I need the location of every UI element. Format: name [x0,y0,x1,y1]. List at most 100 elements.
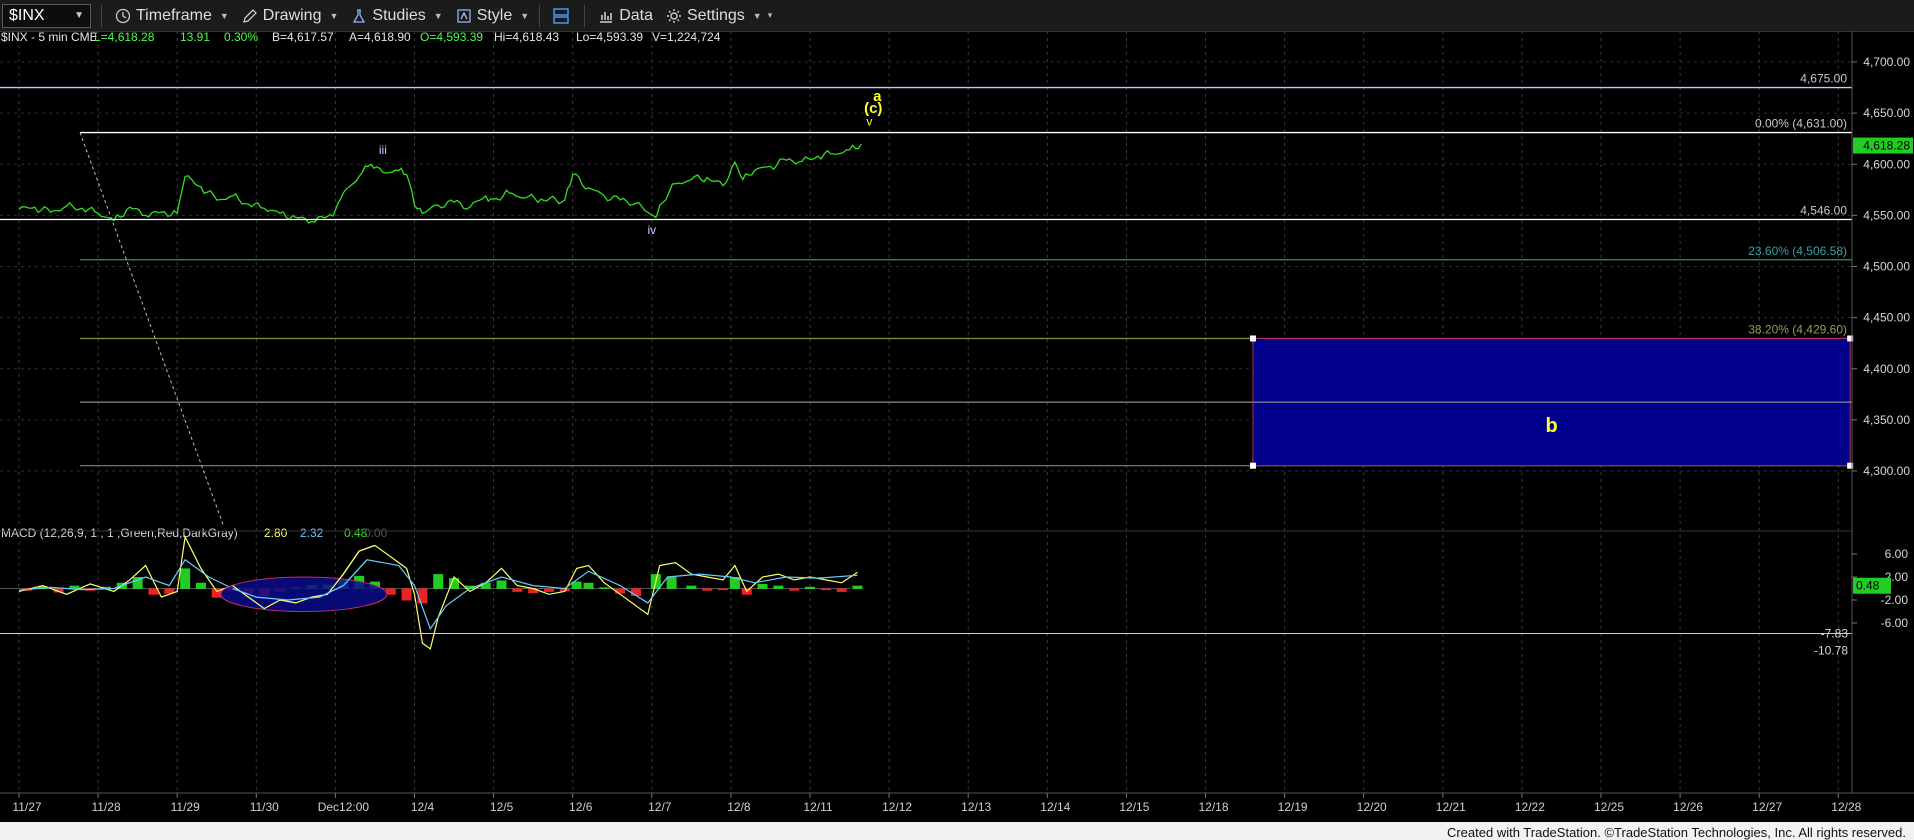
drawing-label: Drawing [262,6,322,24]
macd-current-label: 0.48 [1856,579,1880,593]
last-price-tag-label: 4,618.28 [1863,139,1910,153]
studies-label: Studies [372,6,426,24]
y-tick-label: 4,300.00 [1863,464,1910,478]
macd-histogram-bar [717,588,728,591]
copyright-footer: Created with TradeStation. ©TradeStation… [1446,825,1906,840]
x-tick-label: Dec12:00 [318,800,370,814]
x-tick-label: 12/22 [1515,800,1545,814]
x-tick-label: 12/13 [961,800,991,814]
symbol-label: $INX - 5 min CME [1,31,98,44]
timeframe-menu[interactable]: Timeframe ▼ [114,0,229,31]
macd-extra-label: -7.83 [1821,627,1849,641]
macd-histogram-bar [433,574,444,589]
open-price: O=4,593.39 [420,31,483,44]
wave-label: iv [647,223,656,237]
chevron-down-icon: ▼ [219,10,229,21]
toolbar-separator [539,4,541,27]
macd-tick-label: -2.00 [1881,593,1909,607]
drawing-menu[interactable]: Drawing ▼ [241,0,339,31]
style-icon [455,7,473,25]
macd-histogram-bar [686,585,697,589]
symbol-input[interactable]: $INX ▼ [2,3,91,28]
macd-histogram-bar [401,588,412,601]
macd-histogram-bar [512,588,523,592]
x-tick-label: 12/28 [1831,800,1861,814]
box-handle [1249,462,1256,469]
layout-button[interactable] [552,0,574,31]
style-menu[interactable]: Style ▼ [455,0,530,31]
y-tick-label: 4,700.00 [1863,55,1910,69]
fib-level-label: 23.60% (4,506.58) [1748,244,1847,258]
x-tick-label: 12/7 [648,800,672,814]
data-menu[interactable]: Data [597,0,653,31]
chevron-down-icon: ▼ [433,10,443,21]
macd-histogram-bar [789,588,800,591]
wave-label: iii [379,143,387,157]
box-handle [1249,335,1256,342]
highlight-ellipse [220,576,388,612]
bid-price: B=4,617.57 [272,31,334,44]
symbol-value: $INX [9,6,45,24]
x-tick-label: 12/27 [1752,800,1782,814]
x-tick-label: 12/15 [1119,800,1149,814]
clock-icon [114,7,132,25]
horizontal-level-label: 4,546.00 [1800,203,1847,217]
x-tick-label: 12/26 [1673,800,1703,814]
toolbar: $INX ▼ Timeframe ▼ Drawing ▼ Studies ▼ S… [0,0,1914,32]
macd-histogram-bar [180,568,191,589]
y-tick-label: 4,450.00 [1863,311,1910,325]
ask-price: A=4,618.90 [349,31,411,44]
macd-histogram-bar [702,588,713,591]
x-tick-label: 11/29 [171,800,200,814]
macd-histogram-bar [820,588,831,591]
macd-histogram-bar [195,582,206,589]
y-tick-label: 4,350.00 [1863,413,1910,427]
last-price: L=4,618.28 [94,31,155,44]
macd-histogram-bar [543,588,554,592]
macd-histogram-bar [757,583,768,589]
box-label: b [1545,415,1557,437]
bar-chart-icon [597,7,615,25]
macd-histogram-bar [583,582,594,589]
macd-value: 2.80 [264,526,288,540]
chevron-down-icon: ▼ [329,10,339,21]
y-tick-label: 4,550.00 [1863,208,1910,222]
macd-extra-label: -10.78 [1814,643,1848,657]
x-tick-label: 12/18 [1198,800,1228,814]
y-tick-label: 4,500.00 [1863,260,1910,274]
price-line [18,143,862,224]
gear-icon [665,7,683,25]
low-price: Lo=4,593.39 [576,31,643,44]
settings-label: Settings [686,6,745,24]
x-tick-label: 11/28 [92,800,121,814]
price-chart[interactable]: 4,675.00 0.00% (4,631.00) 4,546.00 23.60% (… [0,31,1914,822]
x-tick-label: 12/20 [1357,800,1387,814]
chevron-down-icon: ▼ [520,10,530,21]
fib-level-label: 38.20% (4,429.60) [1748,322,1847,336]
volume-value: V=1,224,724 [652,31,721,44]
macd-histogram-bar [836,588,847,592]
macd-histogram-bar [496,580,507,589]
chart-header: $INX - 5 min CME L=4,618.28 13.91 0.30% … [1,31,721,44]
x-tick-label: 12/19 [1278,800,1308,814]
x-tick-label: 11/27 [12,800,41,814]
chevron-down-icon[interactable]: ▼ [74,10,84,21]
y-tick-label: 4,600.00 [1863,157,1910,171]
x-tick-label: 12/25 [1594,800,1624,814]
x-tick-label: 12/5 [490,800,514,814]
data-label: Data [619,6,653,24]
change-pct: 0.30% [224,31,258,44]
studies-menu[interactable]: Studies ▼ [350,0,443,31]
settings-menu[interactable]: Settings ▼ ▾ [665,0,772,31]
high-price: Hi=4,618.43 [494,31,559,44]
flask-icon [350,7,368,25]
macd-histogram-bar [599,587,610,589]
style-label: Style [476,6,513,24]
toolbar-separator [584,4,586,27]
x-tick-label: 12/8 [727,800,751,814]
x-tick-label: 12/11 [803,800,832,814]
horizontal-level-label: 0.00% (4,631.00) [1755,117,1847,131]
chevron-down-icon: ▼ [752,10,762,21]
more-icon: ▾ [767,10,773,20]
macd-value: 2.32 [300,526,324,540]
